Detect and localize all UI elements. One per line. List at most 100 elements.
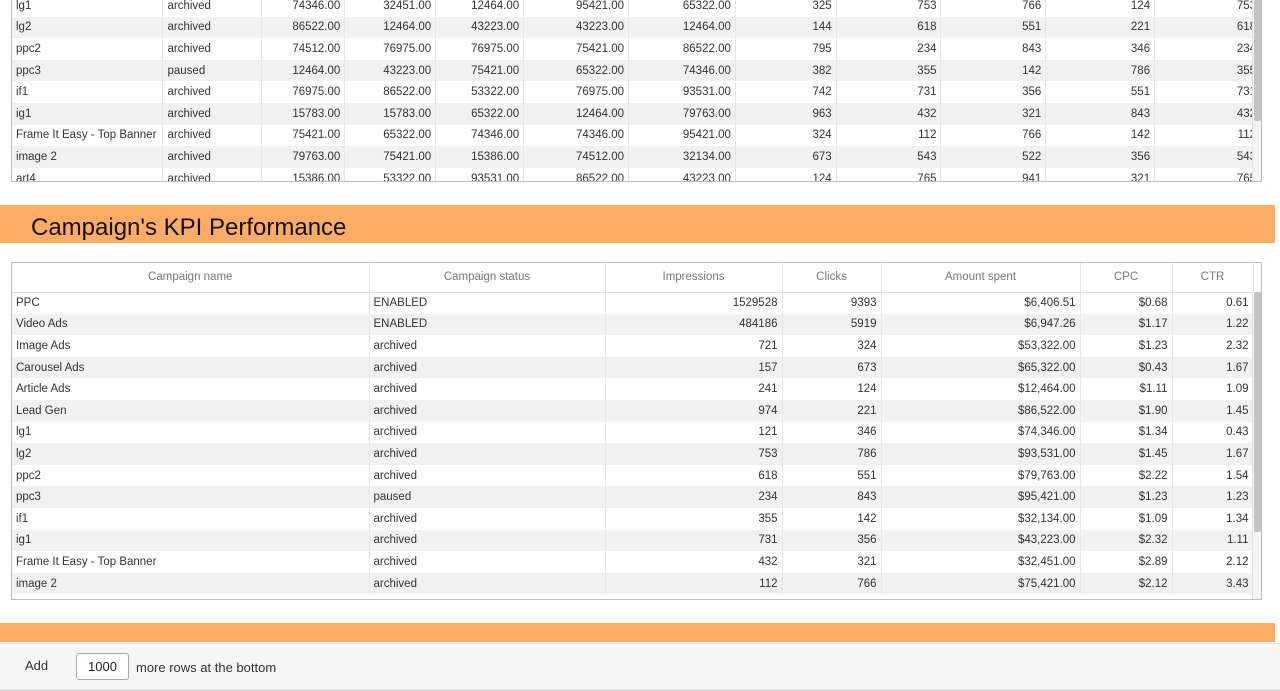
table-cell-c4: 75421.00 [523,38,629,60]
table-row[interactable]: Image Ads archived 721 324 $53,322.00 $1.23 2.… [12,335,1254,357]
table-cell-clicks: 356 [782,529,882,552]
table-cell-c2: 43223.00 [344,59,437,82]
table-cell-impressions: 234 [605,486,783,508]
table-row[interactable]: lg1 archived 74346.00 32451.00 12464.00 95421… [12,0,1261,17]
table-row[interactable]: if1 archived 355 142 $32,134.00 $1.09 1.34 [12,507,1254,530]
column-header[interactable]: Clicks [782,263,882,293]
table-cell-c2: 53322.00 [344,167,437,181]
table-cell-c5: 12464.00 [628,16,736,39]
table-cell-c2: 76975.00 [344,38,437,60]
table-cell-c6: 795 [735,38,837,60]
table-cell-clicks: 786 [782,443,882,465]
table-cell-impressions: 241 [605,378,783,400]
table-row[interactable]: lg1 archived 121 346 $74,346.00 $1.34 0.43 [12,421,1254,444]
table-row[interactable]: ppc2 archived 74512.00 76975.00 76975.00 7542… [12,38,1261,60]
table-cell-c4: 95421.00 [523,0,629,17]
table-row[interactable]: image 2 archived 79763.00 75421.00 15386.00 7… [12,146,1261,168]
table-cell-ctr: 2.32 [1172,335,1254,357]
table-cell-cpc: $2.22 [1080,464,1173,487]
table-cell-name: PPC [12,292,370,314]
table-cell-clicks: 5919 [782,313,882,336]
table-cell-status: archived [162,124,263,147]
rows-count-input[interactable] [76,653,129,680]
table-cell-c4: 43223.00 [523,16,629,39]
table-cell-c10: 765 [1154,167,1261,181]
table-row[interactable]: Lead Gen archived 974 221 $86,522.00 $1.90 1.4… [12,399,1254,422]
table-cell-c1: 75421.00 [261,124,346,147]
table-cell-c7: 753 [836,0,942,17]
table-cell-impressions: 753 [605,443,783,465]
column-header[interactable]: Amount spent [881,263,1081,293]
table-row[interactable]: lg2 archived 86522.00 12464.00 43223.00 43223… [12,16,1261,39]
table-row[interactable]: ppc3 paused 234 843 $95,421.00 $1.23 1.23 [12,486,1254,508]
top-table-scrollbar[interactable] [1252,0,1261,181]
table-row[interactable]: Frame It Easy - Top Banner archived 432 321… [12,551,1254,573]
table-cell-name: lg1 [12,0,164,17]
table-cell-impressions: 731 [605,529,783,552]
table-cell-impressions: 1529528 [605,292,783,314]
table-cell-c7: 355 [836,59,942,82]
table-cell-cpc: $0.68 [1080,292,1173,314]
table-cell-c9: 551 [1045,81,1156,103]
section-title: Campaign's KPI Performance [31,214,347,241]
table-cell-c8: 321 [940,102,1047,125]
table-cell-ctr: 0.43 [1172,421,1254,444]
table-cell-c9: 843 [1045,102,1156,125]
table-cell-status: ENABLED [369,292,606,314]
table-cell-c7: 112 [836,124,942,147]
table-row[interactable]: image 2 archived 112 766 $75,421.00 $2.12 3.43 [12,572,1254,595]
table-cell-name: art4 [12,167,164,181]
table-cell-ctr: 3.43 [1172,572,1254,595]
table-cell-ctr: 1.67 [1172,443,1254,465]
table-cell-c6: 742 [735,81,837,103]
table-row[interactable]: ppc3 paused 12464.00 43223.00 75421.00 65322.… [12,59,1261,82]
table-row[interactable]: ig1 archived 15783.00 15783.00 65322.00 12464… [12,102,1261,125]
table-cell-impressions: 974 [605,399,783,422]
table-cell-name: ppc2 [12,38,164,60]
table-cell-spent: $53,322.00 [881,335,1081,357]
column-header[interactable]: Campaign name [12,263,370,293]
table-cell-impressions: 618 [605,464,783,487]
kpi-table-scroll-thumb[interactable] [1254,292,1261,532]
table-cell-status: archived [369,464,606,487]
table-row[interactable]: Video Ads ENABLED 484186 5919 $6,947.26 $1.17… [12,313,1254,336]
table-row[interactable]: PPC ENABLED 1529528 9393 $6,406.51 $0.68 0.61 [12,292,1254,314]
table-cell-clicks: 142 [782,507,882,530]
top-table-scroll-thumb[interactable] [1254,0,1261,121]
table-cell-cpc: $1.23 [1080,335,1173,357]
table-cell-c3: 12464.00 [435,0,525,17]
table-cell-clicks: 346 [782,421,882,444]
kpi-table-scrollbar[interactable] [1252,292,1261,599]
table-cell-c7: 543 [836,146,942,168]
table-cell-name: Video Ads [12,313,370,336]
table-cell-ctr: 1.09 [1172,378,1254,400]
column-header[interactable]: Impressions [605,263,783,293]
table-cell-c4: 12464.00 [523,102,629,125]
table-row[interactable]: Article Ads archived 241 124 $12,464.00 $1.11… [12,378,1254,400]
table-cell-c9: 221 [1045,16,1156,39]
table-cell-c8: 356 [940,81,1047,103]
column-header[interactable]: CTR [1172,263,1254,293]
table-cell-spent: $6,947.26 [881,313,1081,336]
table-row[interactable]: lg2 archived 753 786 $93,531.00 $1.45 1.67 [12,443,1254,465]
table-row[interactable]: Carousel Ads archived 157 673 $65,322.00 $0.4… [12,356,1254,379]
column-header[interactable]: CPC [1080,263,1173,293]
table-row[interactable]: ppc2 archived 618 551 $79,763.00 $2.22 1.54 [12,464,1254,487]
table-row[interactable]: if1 archived 76975.00 86522.00 53322.00 76975… [12,81,1261,103]
table-row[interactable]: ig1 archived 731 356 $43,223.00 $2.32 1.11 [12,529,1254,552]
table-cell-clicks: 766 [782,572,882,595]
table-cell-name: image 2 [12,572,370,595]
table-cell-c5: 86522.00 [628,38,736,60]
table-cell-c1: 79763.00 [261,146,346,168]
table-cell-status: archived [369,572,606,595]
table-row[interactable]: art4 archived 15386.00 53322.00 93531.00 8652… [12,167,1261,181]
table-cell-clicks: 221 [782,399,882,422]
table-cell-status: archived [369,529,606,552]
table-cell-status: archived [162,167,263,181]
table-row[interactable]: Frame It Easy - Top Banner archived 75421.… [12,124,1261,147]
table-cell-status: archived [162,16,263,39]
table-cell-c8: 843 [940,38,1047,60]
column-header[interactable]: Campaign status [369,263,606,293]
table-cell-c10: 618 [1154,16,1261,39]
table-cell-c8: 522 [940,146,1047,168]
